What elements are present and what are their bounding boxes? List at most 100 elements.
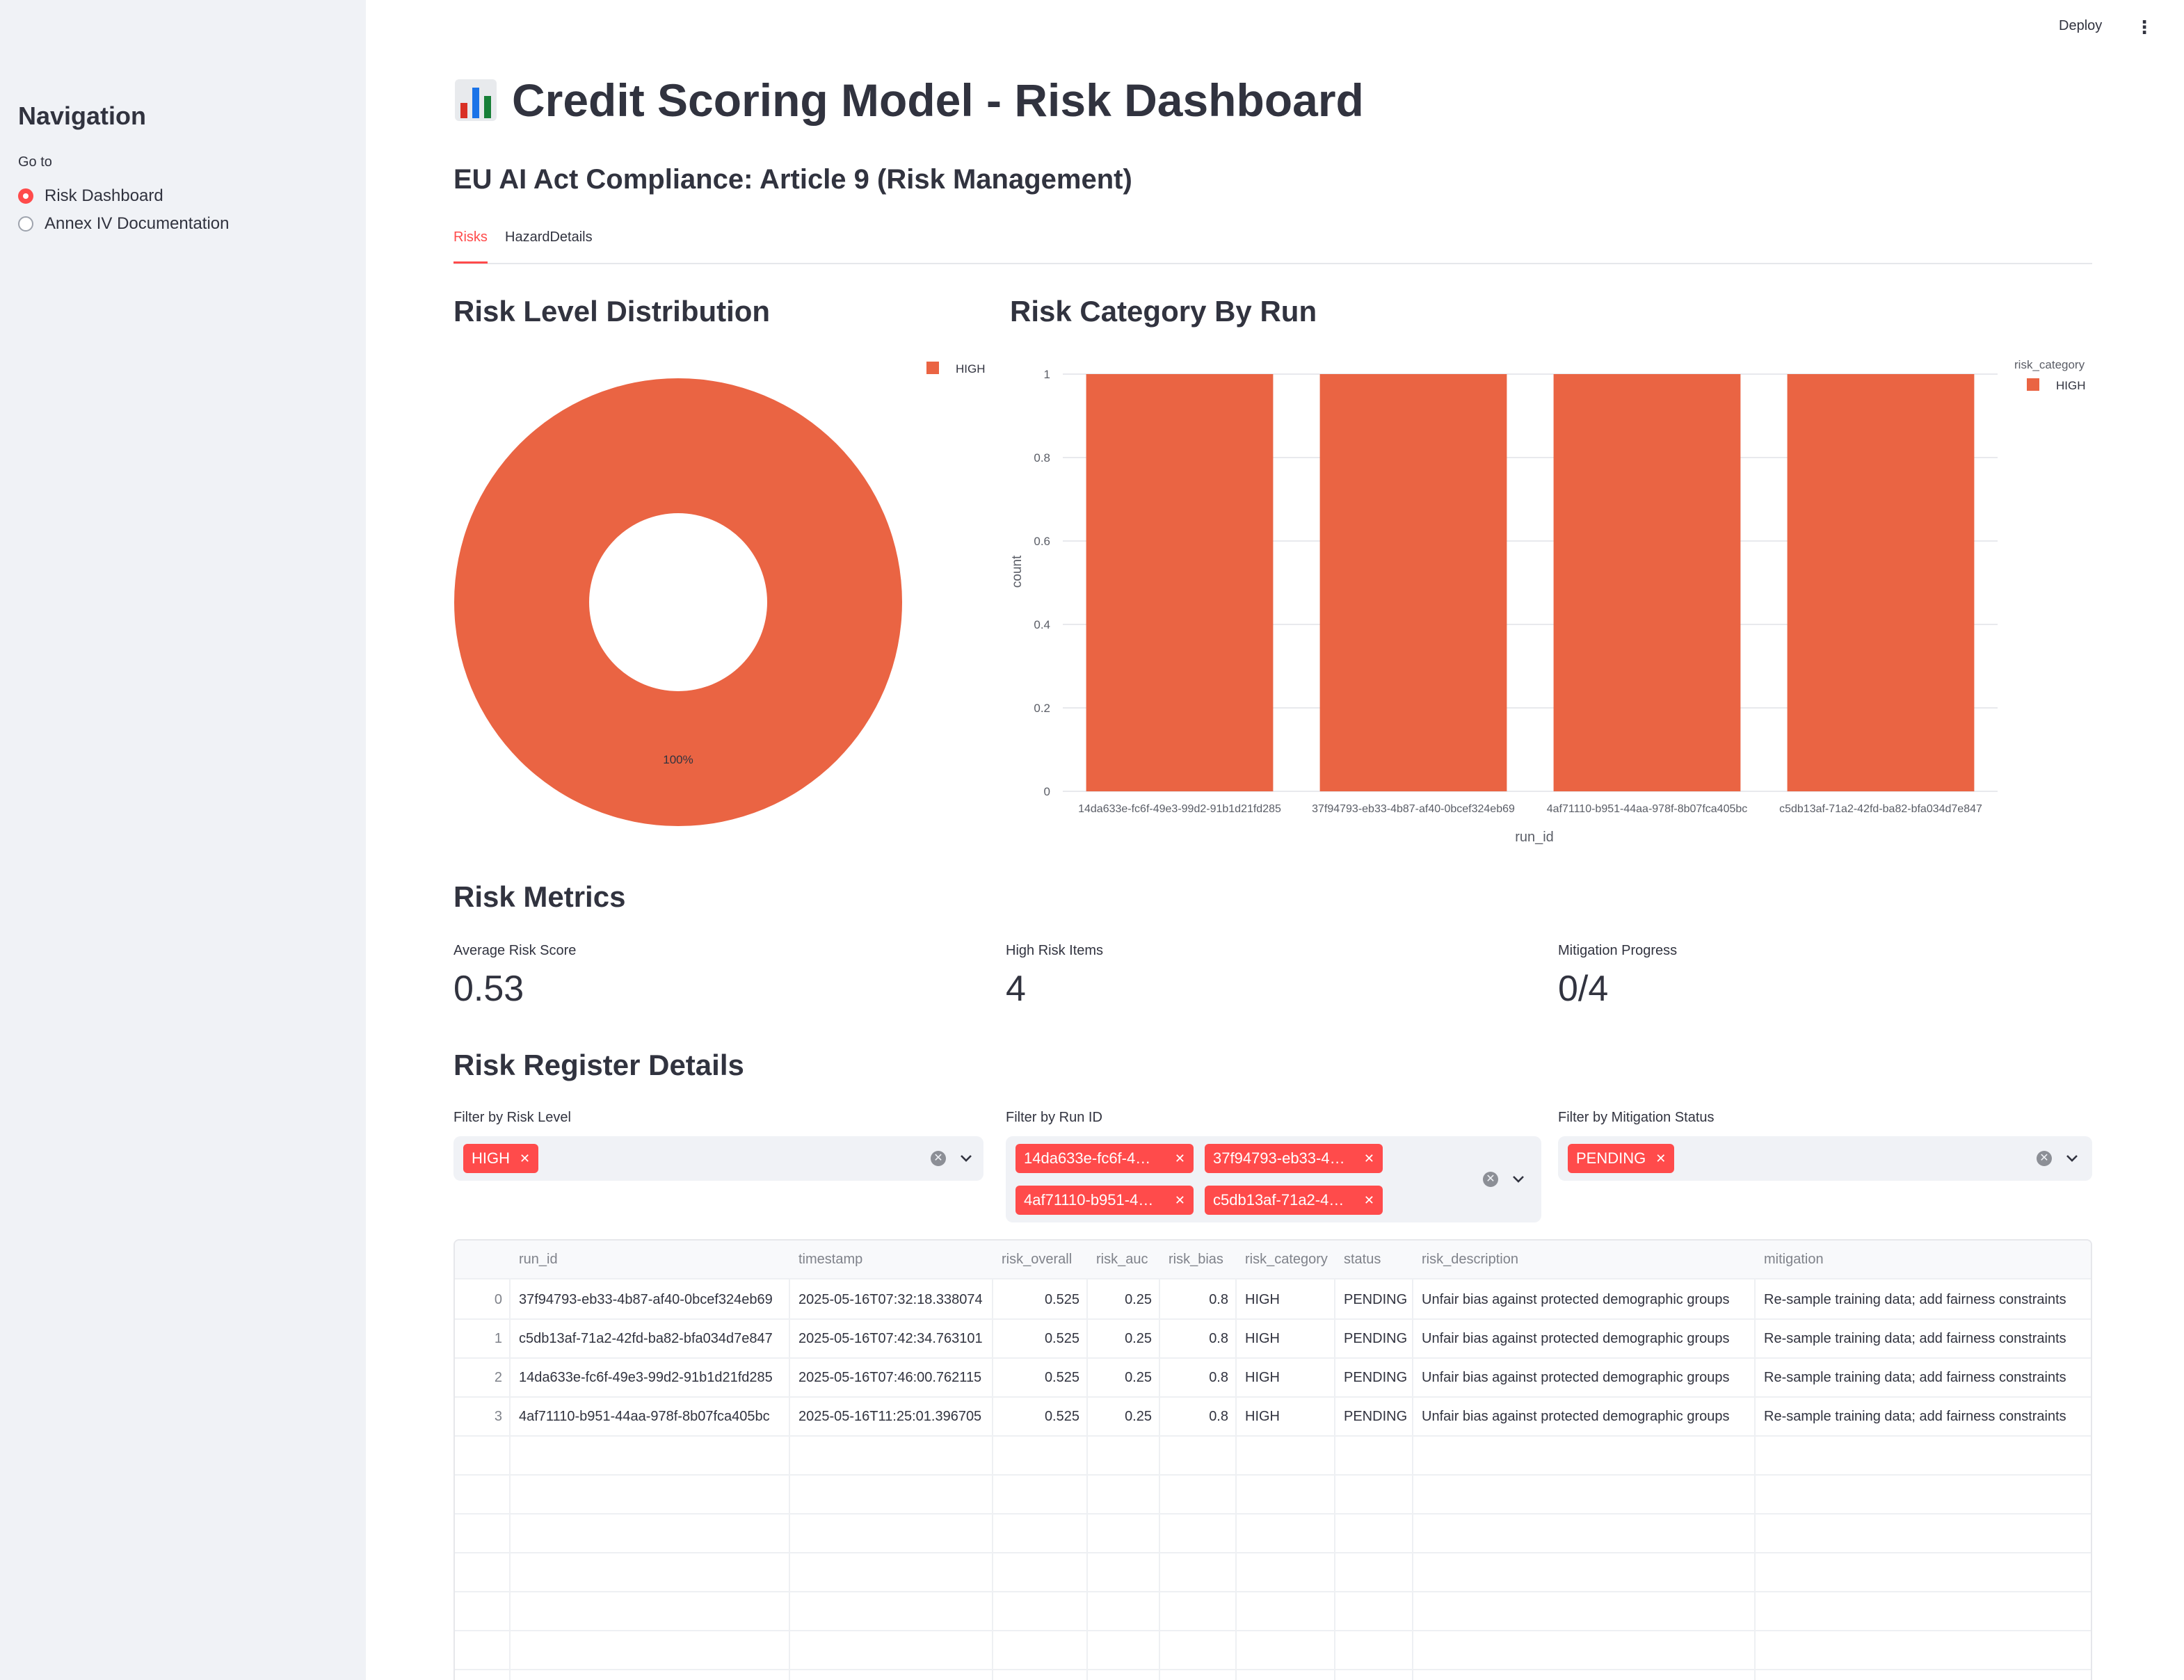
table-cell[interactable]: Unfair bias against protected demographi… [1413,1320,1756,1357]
chip-remove-icon[interactable]: ✕ [1175,1144,1185,1173]
bar-14da633e[interactable] [1086,374,1274,791]
table-cell[interactable]: 2025-05-16T07:32:18.338074 [790,1281,993,1318]
table-cell[interactable]: 14da633e-fc6f-49e3-99d2-91b1d21fd285 [511,1359,790,1396]
column-header[interactable]: timestamp [790,1241,993,1278]
table-cell[interactable]: Re-sample training data; add fairness co… [1756,1320,2091,1357]
chip-label: 14da633e-fc6f-4… [1024,1149,1151,1167]
bar-series-high [1086,374,1975,791]
tab-risks[interactable]: Risks [453,229,488,264]
run-id-multiselect[interactable]: 14da633e-fc6f-4… ✕ 37f94793-eb33-4… ✕ 4af7… [1006,1136,1541,1222]
table-row[interactable]: 0 37f94793-eb33-4b87-af40-0bcef324eb69 202… [455,1281,2091,1320]
table-cell[interactable]: 4af71110-b951-44aa-978f-8b07fca405bc [511,1398,790,1435]
table-cell[interactable]: 2025-05-16T11:25:01.396705 [790,1398,993,1435]
bar-4af71110[interactable] [1553,374,1741,791]
chip-remove-icon[interactable]: ✕ [1364,1144,1374,1173]
column-header[interactable]: run_id [511,1241,790,1278]
table-cell[interactable]: Unfair bias against protected demographi… [1413,1398,1756,1435]
chip-run-id-14da633e[interactable]: 14da633e-fc6f-4… ✕ [1015,1144,1194,1173]
column-header[interactable]: risk_category [1237,1241,1335,1278]
table-cell[interactable]: 0.25 [1088,1359,1160,1396]
table-cell[interactable]: 3 [455,1398,511,1435]
table-cell[interactable]: 2025-05-16T07:46:00.762115 [790,1359,993,1396]
chevron-down-icon[interactable] [2063,1149,2081,1168]
table-cell[interactable]: 0.8 [1160,1359,1237,1396]
column-header[interactable]: status [1335,1241,1413,1278]
tab-hazard-details[interactable]: HazardDetails [505,229,593,261]
table-cell[interactable]: Unfair bias against protected demographi… [1413,1281,1756,1318]
y-tick-label: 0 [1044,785,1050,798]
risk-level-multiselect[interactable]: HIGH ✕ ✕ [453,1136,983,1181]
table-cell[interactable]: 0.25 [1088,1398,1160,1435]
chip-remove-icon[interactable]: ✕ [1175,1186,1185,1215]
y-tick-label: 0.6 [1034,535,1050,548]
legend-label-high[interactable]: HIGH [956,362,986,375]
chip-remove-icon[interactable]: ✕ [1364,1186,1374,1215]
bar-37f94793[interactable] [1319,374,1507,791]
column-header[interactable]: risk_overall [993,1241,1088,1278]
table-cell[interactable]: HIGH [1237,1398,1335,1435]
table-cell[interactable]: 0.525 [993,1398,1088,1435]
table-row[interactable]: 3 4af71110-b951-44aa-978f-8b07fca405bc 202… [455,1398,2091,1437]
column-header[interactable]: risk_description [1413,1241,1756,1278]
table-cell[interactable]: PENDING [1335,1281,1413,1318]
chip-run-id-c5db13af[interactable]: c5db13af-71a2-4… ✕ [1205,1186,1383,1215]
chip-risk-level-high[interactable]: HIGH ✕ [463,1144,539,1173]
table-cell[interactable]: 37f94793-eb33-4b87-af40-0bcef324eb69 [511,1281,790,1318]
table-cell[interactable]: HIGH [1237,1320,1335,1357]
risk-level-donut-chart: 100% HIGH [454,362,986,826]
chip-mitigation-pending[interactable]: PENDING ✕ [1568,1144,1675,1173]
table-cell[interactable]: HIGH [1237,1281,1335,1318]
table-cell[interactable]: 0.25 [1088,1320,1160,1357]
table-cell[interactable]: PENDING [1335,1398,1413,1435]
table-cell[interactable]: 2 [455,1359,511,1396]
table-cell[interactable]: Re-sample training data; add fairness co… [1756,1281,2091,1318]
table-cell[interactable]: Re-sample training data; add fairness co… [1756,1359,2091,1396]
metric-value-average-risk: 0.53 [453,969,524,1009]
column-header[interactable]: risk_auc [1088,1241,1160,1278]
radio-option-risk-dashboard[interactable]: Risk Dashboard [18,186,163,206]
table-cell[interactable]: 0.525 [993,1320,1088,1357]
bar-c5db13af[interactable] [1787,374,1975,791]
table-cell[interactable]: 0.525 [993,1359,1088,1396]
table-cell[interactable]: 0.8 [1160,1320,1237,1357]
table-cell[interactable]: Unfair bias against protected demographi… [1413,1359,1756,1396]
risk-register-table[interactable]: run_id timestamp risk_overall risk_auc risk_… [453,1239,2092,1680]
table-cell[interactable]: 1 [455,1320,511,1357]
legend-swatch-high [926,362,939,374]
column-header[interactable]: risk_bias [1160,1241,1237,1278]
column-header[interactable] [455,1241,511,1278]
table-cell[interactable]: 0.8 [1160,1398,1237,1435]
chip-run-id-4af71110[interactable]: 4af71110-b951-4… ✕ [1015,1186,1194,1215]
chevron-down-icon[interactable] [957,1149,975,1168]
bar-legend-label-high[interactable]: HIGH [2056,379,2086,392]
clear-all-icon[interactable]: ✕ [931,1151,946,1166]
table-cell[interactable]: 0.8 [1160,1281,1237,1318]
metric-label-mitigation-progress: Mitigation Progress [1558,943,1678,958]
table-cell[interactable]: PENDING [1335,1320,1413,1357]
table-cell[interactable]: HIGH [1237,1359,1335,1396]
chip-remove-icon[interactable]: ✕ [520,1144,530,1173]
radio-option-annex-iv[interactable]: Annex IV Documentation [18,214,230,234]
chevron-down-icon[interactable] [1509,1170,1527,1188]
deploy-button[interactable]: Deploy [2059,18,2102,34]
chip-remove-icon[interactable]: ✕ [1655,1144,1666,1173]
sidebar-title: Navigation [18,102,147,130]
table-cell[interactable]: 0 [455,1281,511,1318]
clear-all-icon[interactable]: ✕ [2037,1151,2052,1166]
table-cell[interactable]: 0.25 [1088,1281,1160,1318]
table-cell[interactable]: c5db13af-71a2-42fd-ba82-bfa034d7e847 [511,1320,790,1357]
table-row[interactable]: 2 14da633e-fc6f-49e3-99d2-91b1d21fd285 202… [455,1359,2091,1398]
table-cell[interactable]: 2025-05-16T07:42:34.763101 [790,1320,993,1357]
column-header[interactable]: mitigation [1756,1241,2091,1278]
table-cell[interactable]: PENDING [1335,1359,1413,1396]
mitigation-multiselect[interactable]: PENDING ✕ ✕ [1558,1136,2092,1181]
clear-all-icon[interactable]: ✕ [1483,1172,1498,1187]
bar-legend-swatch-high [2027,378,2039,391]
chip-run-id-37f94793[interactable]: 37f94793-eb33-4… ✕ [1205,1144,1383,1173]
table-cell[interactable]: 0.525 [993,1281,1088,1318]
kebab-menu-icon[interactable]: ⋮ [2135,18,2153,36]
table-row[interactable]: 1 c5db13af-71a2-42fd-ba82-bfa034d7e847 202… [455,1320,2091,1359]
metric-value-mitigation-progress: 0/4 [1558,969,1609,1009]
table-cell[interactable]: Re-sample training data; add fairness co… [1756,1398,2091,1435]
chip-label: 4af71110-b951-4… [1024,1191,1154,1209]
